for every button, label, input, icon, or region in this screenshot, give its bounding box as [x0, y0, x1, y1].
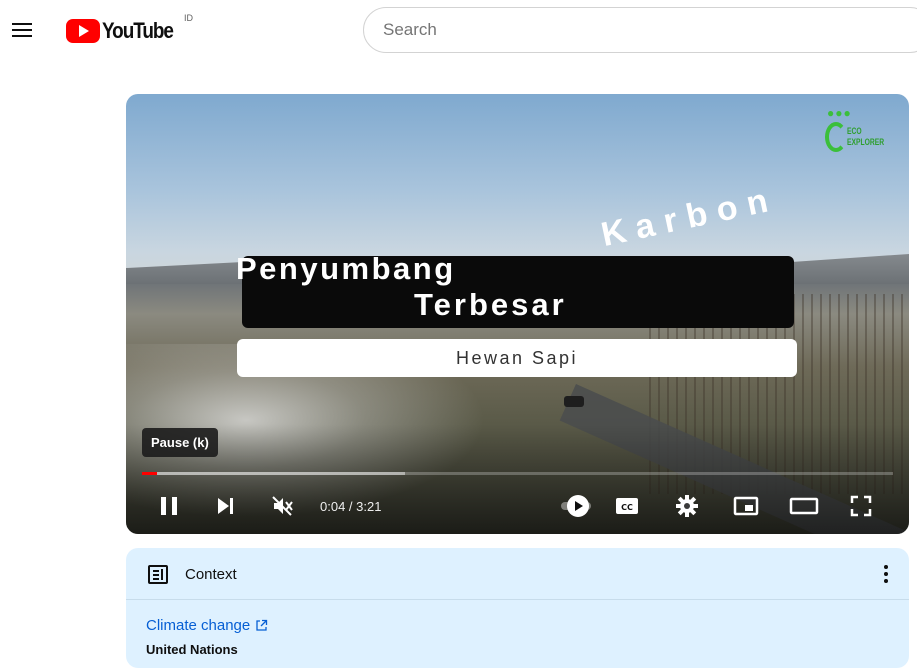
context-title: Context [185, 566, 237, 583]
time-display: 0:04 / 3:21 [320, 498, 382, 514]
menu-icon[interactable] [10, 19, 34, 43]
context-panel: Context Climate change United Nations [126, 548, 909, 668]
fullscreen-icon [850, 495, 872, 517]
context-header: Context [126, 548, 909, 600]
pause-tooltip: Pause (k) [142, 428, 218, 457]
external-link-icon [256, 619, 268, 631]
masthead: YouTube ID [0, 0, 917, 64]
captions-icon: CC [616, 498, 638, 514]
title-overlay-karbon: Karbon [597, 179, 781, 255]
search-box[interactable] [363, 7, 917, 53]
context-link-text[interactable]: Climate change [146, 617, 250, 634]
fullscreen-button[interactable] [845, 486, 877, 526]
context-link[interactable]: Climate change [146, 617, 268, 634]
video-player[interactable]: ●●● ECO EXPLORER Penyumbang Karbon Terbe… [126, 94, 909, 534]
autoplay-toggle[interactable] [558, 486, 598, 526]
leaf-icon [825, 122, 847, 152]
miniplayer-button[interactable] [730, 486, 762, 526]
progress-bar[interactable] [142, 472, 893, 475]
miniplayer-icon [733, 496, 759, 516]
youtube-play-icon [66, 19, 100, 43]
title-overlay-line1: Penyumbang [236, 251, 456, 286]
video-frame-car [564, 396, 584, 407]
context-info-icon [148, 565, 168, 584]
logo-text: YouTube [102, 18, 174, 43]
progress-played [142, 472, 158, 475]
next-icon [218, 498, 233, 514]
progress-buffered [142, 472, 405, 475]
country-code: ID [184, 13, 193, 23]
title-overlay-line2: Terbesar [414, 287, 567, 322]
leaf-dots-icon: ●●● [827, 106, 852, 120]
search-input[interactable] [383, 20, 917, 40]
volume-muted-icon [272, 496, 293, 516]
svg-text:CC: CC [621, 503, 633, 512]
mute-button[interactable] [268, 486, 298, 526]
pause-icon [161, 497, 177, 515]
settings-button[interactable] [672, 486, 702, 526]
subtitle-overlay: Hewan Sapi [237, 339, 797, 377]
gear-icon [676, 495, 698, 517]
channel-watermark[interactable]: ●●● ECO EXPLORER [821, 104, 901, 156]
player-controls: 0:04 / 3:21 CC [126, 486, 909, 526]
next-button[interactable] [210, 486, 240, 526]
theater-mode-icon [789, 497, 819, 515]
context-source: United Nations [146, 642, 238, 657]
youtube-logo[interactable]: YouTube ID [66, 13, 193, 45]
pause-button[interactable] [154, 486, 184, 526]
watermark-text: ECO EXPLORER [847, 126, 885, 147]
more-vert-icon[interactable] [883, 563, 889, 585]
autoplay-toggle-icon [561, 495, 591, 517]
theater-mode-button[interactable] [787, 486, 821, 526]
captions-button[interactable]: CC [612, 486, 642, 526]
